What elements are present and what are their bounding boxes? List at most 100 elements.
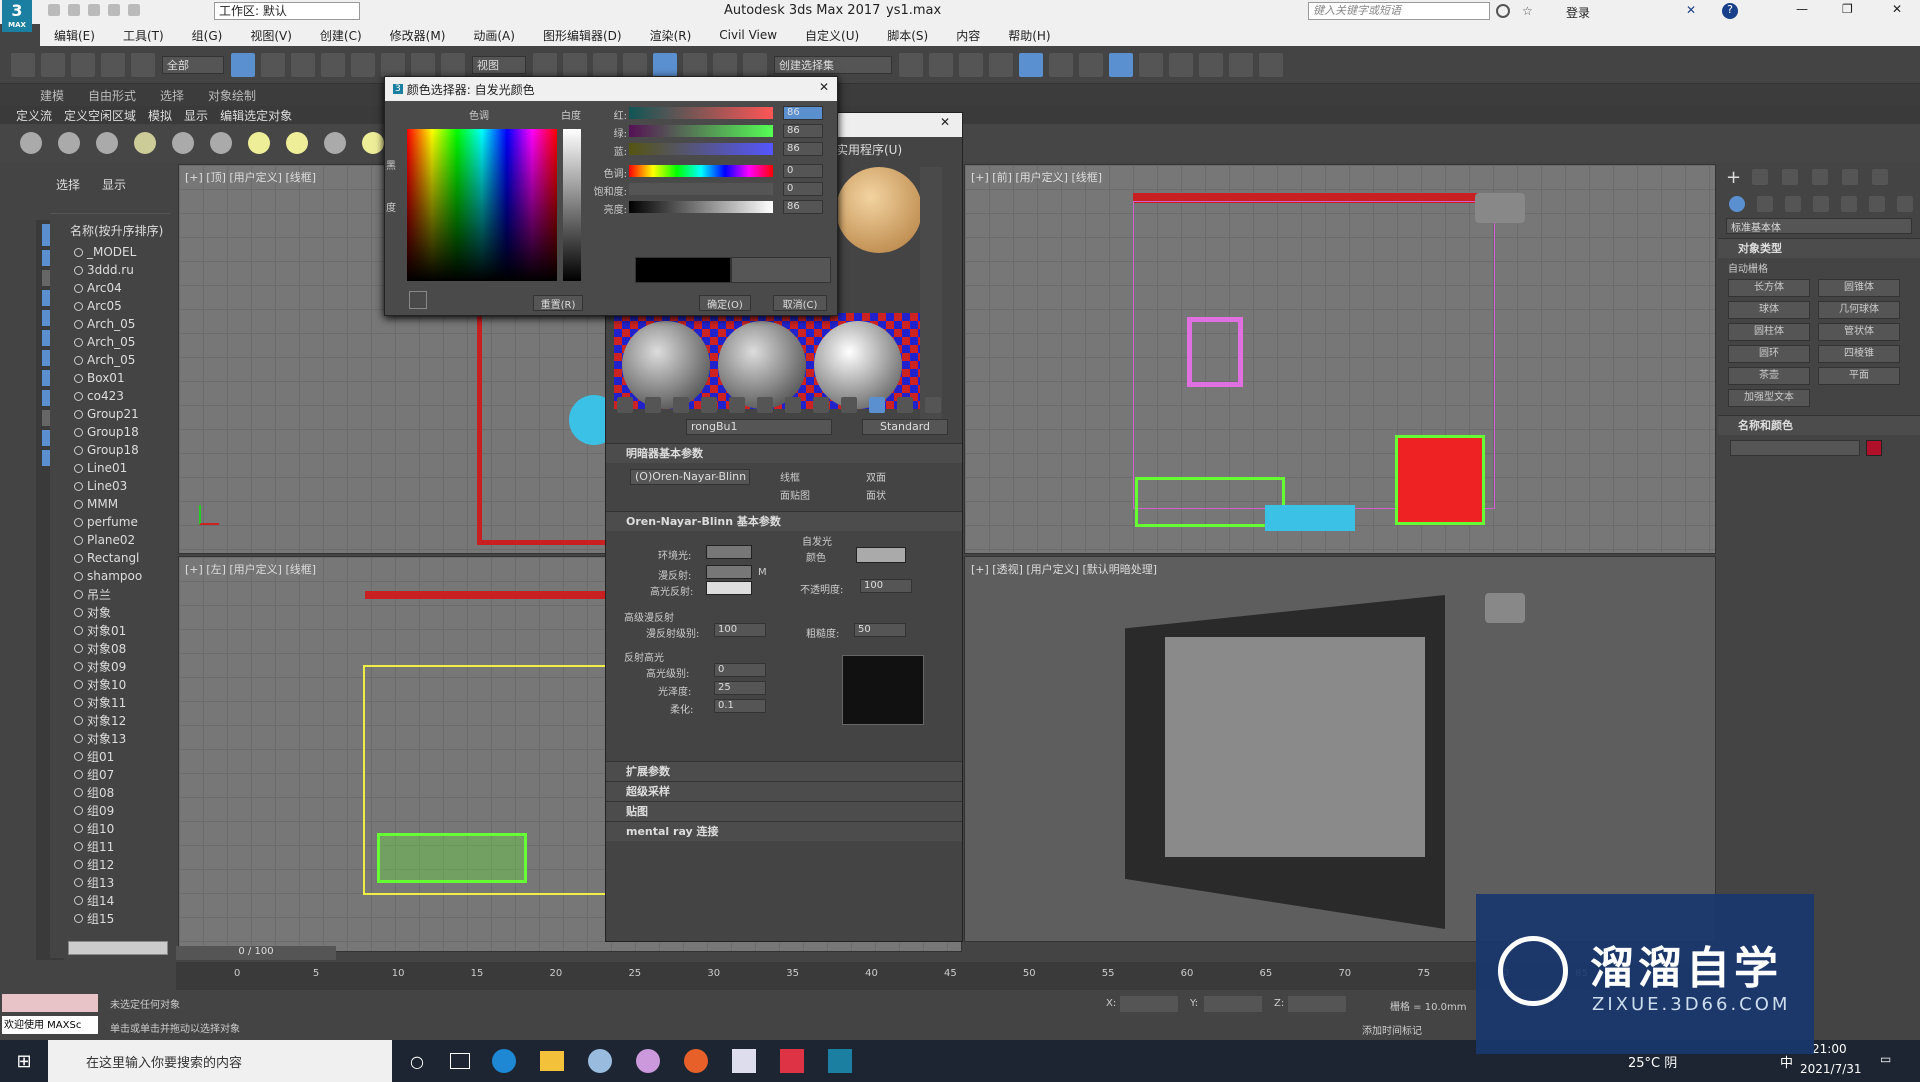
schematic-view-icon[interactable]	[1079, 52, 1103, 77]
hue-saturation-field[interactable]	[407, 129, 557, 281]
primitive-button[interactable]: 圆环	[1728, 345, 1810, 363]
shader-dropdown[interactable]: (O)Oren-Nayar-Blinn	[630, 469, 750, 485]
scene-object-item[interactable]: 对象11	[46, 693, 170, 711]
rendered-frame-icon[interactable]	[1169, 52, 1193, 77]
hierarchy-tab-icon[interactable]	[1782, 169, 1799, 185]
rollout-onb-basic[interactable]: Oren-Nayar-Blinn 基本参数	[606, 511, 962, 531]
hue-spinner[interactable]: 0	[783, 164, 823, 178]
primitive-button[interactable]: 管状体	[1818, 323, 1900, 341]
viewport-label-perspective[interactable]: [+] [透视] [用户定义] [默认明暗处理]	[971, 561, 1157, 577]
task-view-icon[interactable]	[449, 1053, 470, 1069]
move-icon[interactable]	[351, 52, 375, 77]
primitive-button[interactable]: 平面	[1818, 367, 1900, 385]
app-icon[interactable]	[635, 1049, 660, 1073]
render-production-icon[interactable]	[1199, 52, 1223, 77]
rotate-icon[interactable]	[381, 52, 405, 77]
clock-date[interactable]: 2021/7/31	[1800, 1062, 1862, 1076]
timeline-ruler[interactable]: 0510152025303540455055606570758085	[234, 966, 1654, 986]
horizontal-scrollbar[interactable]	[68, 941, 168, 955]
scene-object-item[interactable]: 吊兰	[46, 585, 170, 603]
scene-object-item[interactable]: 对象	[46, 603, 170, 621]
bind-space-warp-icon[interactable]	[131, 52, 155, 77]
visibility-icon[interactable]	[74, 247, 83, 257]
teapot-icon[interactable]	[362, 132, 384, 154]
graphite-toggle-icon[interactable]	[1019, 52, 1043, 77]
scene-object-item[interactable]: 对象01	[46, 621, 170, 639]
visibility-icon[interactable]	[74, 697, 83, 707]
material-sample-slot[interactable]	[836, 167, 922, 253]
saturation-slider[interactable]	[629, 183, 773, 195]
scene-object-item[interactable]: 对象12	[46, 711, 170, 729]
object-color-swatch[interactable]	[1866, 440, 1882, 456]
layer-explorer-icon[interactable]	[959, 52, 983, 77]
angle-snap-icon[interactable]	[653, 52, 677, 77]
systems-icon[interactable]	[1897, 196, 1913, 212]
visibility-icon[interactable]	[74, 337, 83, 347]
visibility-icon[interactable]	[74, 895, 83, 905]
a360-icon[interactable]	[1259, 52, 1283, 77]
visibility-icon[interactable]	[74, 769, 83, 779]
select-by-name-icon[interactable]	[261, 52, 285, 77]
ime-indicator[interactable]: 中	[1780, 1052, 1793, 1071]
scene-object-item[interactable]: 组01	[46, 747, 170, 765]
eyedropper-icon[interactable]	[409, 291, 427, 309]
place-icon[interactable]	[441, 52, 465, 77]
scene-object-item[interactable]: _MODEL	[46, 243, 170, 261]
close-button[interactable]: ✕	[1892, 2, 1902, 16]
visibility-icon[interactable]	[74, 355, 83, 365]
column-header[interactable]: 名称(按升序排序)	[50, 222, 170, 239]
material-editor-icon[interactable]	[1109, 52, 1133, 77]
visibility-icon[interactable]	[74, 499, 83, 509]
visibility-icon[interactable]	[74, 589, 83, 599]
whiteness-bar[interactable]	[563, 129, 581, 281]
visibility-icon[interactable]	[74, 787, 83, 797]
3dsmax-taskbar-icon[interactable]	[827, 1049, 852, 1073]
select-manipulate-icon[interactable]	[563, 52, 587, 77]
face-map-checkbox[interactable]: 面贴图	[780, 487, 810, 502]
scene-object-item[interactable]: 组10	[46, 819, 170, 837]
menu-modifiers[interactable]: 修改器(M)	[376, 27, 460, 44]
subtab-define-flow[interactable]: 定义流	[16, 107, 52, 124]
primitive-type-dropdown[interactable]: 标准基本体	[1726, 218, 1912, 234]
rollout-maps[interactable]: 贴图	[606, 801, 962, 821]
time-slider[interactable]: 0 / 100	[176, 946, 336, 960]
menu-scripting[interactable]: 脚本(S)	[873, 27, 942, 44]
visibility-icon[interactable]	[74, 913, 83, 923]
two-sided-checkbox[interactable]: 双面	[866, 469, 886, 484]
tab-selection[interactable]: 选择	[160, 87, 184, 104]
layers-icon[interactable]	[989, 52, 1013, 77]
redo-icon[interactable]	[128, 4, 140, 16]
viewcube[interactable]	[1475, 193, 1525, 223]
display-tab-icon[interactable]	[1842, 169, 1859, 185]
green-spinner[interactable]: 86	[783, 124, 823, 138]
helper-icon[interactable]	[172, 132, 194, 154]
opacity-spinner[interactable]: 100	[860, 579, 912, 593]
scene-object-item[interactable]: perfume	[46, 513, 170, 531]
self-illum-color-checkbox[interactable]: 颜色	[806, 549, 826, 564]
scene-object-item[interactable]: Group18	[46, 441, 170, 459]
viewport-label-left[interactable]: [+] [左] [用户定义] [线框]	[185, 561, 316, 577]
get-material-icon[interactable]	[617, 397, 633, 413]
percent-snap-icon[interactable]	[683, 52, 707, 77]
show-end-result-icon[interactable]	[869, 397, 885, 413]
red-spinner[interactable]: 86	[783, 106, 823, 120]
subtab-simulate[interactable]: 模拟	[148, 107, 172, 124]
space-warps-icon[interactable]	[1869, 196, 1885, 212]
visibility-icon[interactable]	[74, 517, 83, 527]
menu-views[interactable]: 视图(V)	[236, 27, 306, 44]
taskbar-search-input[interactable]: 在这里输入你要搜索的内容	[48, 1040, 392, 1082]
go-forward-icon[interactable]	[925, 397, 941, 413]
sphere-icon[interactable]	[210, 132, 232, 154]
utilities-tab-icon[interactable]	[1872, 169, 1889, 185]
helpers-icon[interactable]	[1841, 196, 1857, 212]
menu-create[interactable]: 创建(C)	[306, 27, 376, 44]
scene-object-item[interactable]: Arc04	[46, 279, 170, 297]
image-icon[interactable]	[96, 132, 118, 154]
visibility-icon[interactable]	[74, 805, 83, 815]
red-slider[interactable]	[629, 107, 773, 119]
visibility-icon[interactable]	[74, 877, 83, 887]
blue-slider[interactable]	[629, 143, 773, 155]
minimize-button[interactable]: —	[1796, 2, 1808, 16]
visibility-icon[interactable]	[74, 463, 83, 473]
subtab-display[interactable]: 显示	[184, 107, 208, 124]
